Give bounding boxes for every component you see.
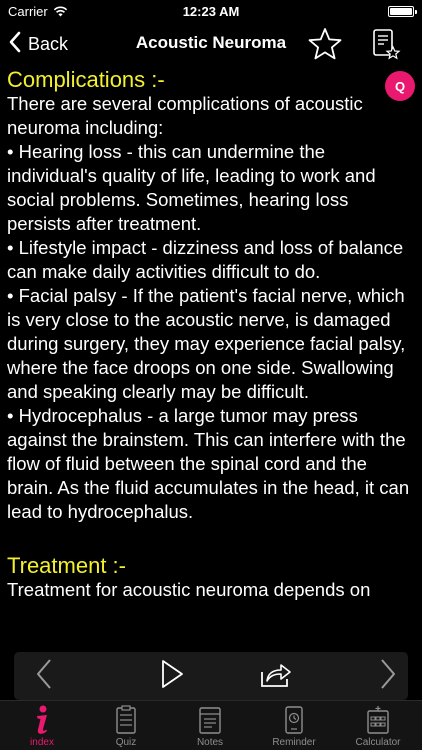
play-audio-button[interactable] [152, 652, 192, 700]
article-content[interactable]: Complications :- There are several compl… [0, 66, 422, 651]
complication-item: • Facial palsy - If the patient's facial… [7, 285, 406, 402]
notes-icon [168, 704, 252, 736]
quiz-icon [84, 704, 168, 736]
star-icon [306, 28, 344, 66]
notes-icon [368, 29, 402, 66]
battery-icon [388, 6, 417, 17]
complication-item: • Hydrocephalus - a large tumor may pres… [7, 405, 410, 522]
complications-intro: There are several complications of acous… [7, 93, 363, 138]
tab-label: Quiz [115, 737, 137, 748]
tab-label: Reminder [272, 737, 316, 748]
back-label: Back [28, 33, 69, 54]
tab-label: index [30, 737, 54, 748]
tab-bar: index Quiz Notes Reminder Calculator [0, 700, 422, 750]
tab-calculator[interactable]: Calculator [336, 701, 420, 750]
pager-bar [14, 652, 408, 700]
previous-page-button[interactable] [24, 652, 64, 700]
tab-quiz[interactable]: Quiz [84, 701, 168, 750]
tab-reminder[interactable]: Reminder [252, 701, 336, 750]
treatment-text: Treatment for acoustic neuroma depends o… [7, 579, 371, 600]
next-page-button[interactable] [368, 652, 408, 700]
tab-notes[interactable]: Notes [168, 701, 252, 750]
chevron-left-icon [34, 657, 54, 696]
info-icon [0, 704, 84, 736]
page-title: Acoustic Neuroma [135, 33, 287, 52]
back-button[interactable]: Back [8, 31, 68, 57]
battery-level [390, 8, 412, 15]
complication-item: • Hearing loss - this can undermine the … [7, 141, 376, 234]
add-note-button[interactable] [368, 26, 402, 62]
tab-index[interactable]: index [0, 701, 84, 750]
tab-label: Calculator [355, 737, 401, 748]
favorite-button[interactable] [306, 26, 344, 62]
navigation-bar: Back Acoustic Neuroma [0, 22, 422, 66]
tab-label: Notes [196, 737, 224, 748]
quiz-badge-button[interactable]: Q [385, 71, 415, 101]
chevron-right-icon [378, 657, 398, 696]
share-button[interactable] [254, 652, 298, 700]
play-icon [159, 659, 185, 694]
treatment-heading: Treatment :- [7, 553, 126, 578]
share-icon [259, 659, 293, 694]
status-time: 12:23 AM [182, 4, 240, 19]
reminder-icon [252, 704, 336, 736]
complications-heading: Complications :- [7, 67, 165, 92]
status-bar: Carrier 12:23 AM [0, 0, 422, 22]
calculator-icon [336, 704, 420, 736]
complication-item: • Lifestyle impact - dizziness and loss … [7, 237, 404, 282]
chevron-left-icon [8, 31, 22, 58]
quiz-badge-letter: Q [394, 78, 406, 94]
